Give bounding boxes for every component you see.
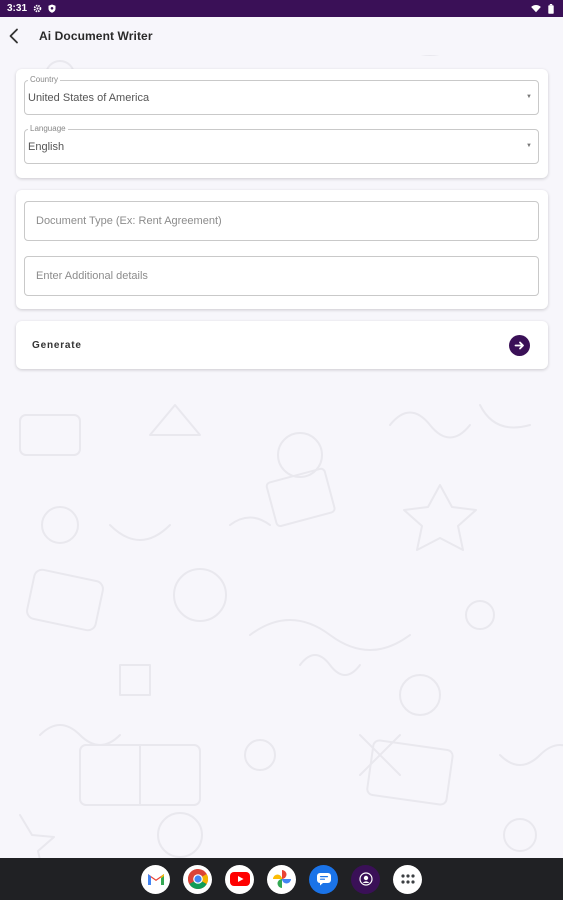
language-value: English <box>28 141 65 153</box>
youtube-icon[interactable] <box>225 864 254 894</box>
document-type-input[interactable] <box>25 202 538 240</box>
chrome-icon[interactable] <box>183 864 212 894</box>
app-screen: 3:31 Ai Document Writer Country United S… <box>0 0 563 900</box>
status-time: 3:31 <box>7 3 28 14</box>
app-bar: Ai Document Writer <box>0 17 563 55</box>
shield-icon <box>47 4 57 14</box>
generate-label: Generate <box>32 339 82 351</box>
back-button[interactable] <box>2 24 26 48</box>
gear-icon <box>32 4 42 14</box>
back-arrow-icon <box>9 28 18 44</box>
app-launcher-icon[interactable] <box>393 864 422 894</box>
status-right <box>531 3 556 14</box>
photos-icon[interactable] <box>267 864 296 894</box>
taskbar <box>0 858 563 900</box>
arrow-right-icon[interactable] <box>509 334 530 356</box>
dropdown-arrow-icon: ▼ <box>526 94 532 100</box>
messages-icon[interactable] <box>309 864 338 894</box>
dropdown-arrow-icon: ▼ <box>526 143 532 149</box>
country-label: Country <box>28 75 61 85</box>
additional-details-input[interactable] <box>25 257 538 295</box>
country-value: United States of America <box>28 92 150 104</box>
settings-card: Country United States of America ▼ Langu… <box>16 69 548 178</box>
generate-button[interactable]: Generate <box>16 321 548 369</box>
gmail-icon[interactable] <box>141 864 170 894</box>
document-type-field <box>24 201 539 241</box>
language-label: Language <box>28 124 68 134</box>
document-card <box>16 190 548 309</box>
page-title: Ai Document Writer <box>39 29 153 43</box>
status-bar: 3:31 <box>0 0 563 17</box>
wifi-icon <box>531 4 541 14</box>
country-select[interactable]: Country United States of America ▼ <box>24 75 539 115</box>
assistant-app-icon[interactable] <box>351 864 380 894</box>
additional-details-field <box>24 256 539 296</box>
language-select[interactable]: Language English ▼ <box>24 124 539 164</box>
status-left: 3:31 <box>7 3 57 14</box>
battery-icon <box>546 3 556 14</box>
